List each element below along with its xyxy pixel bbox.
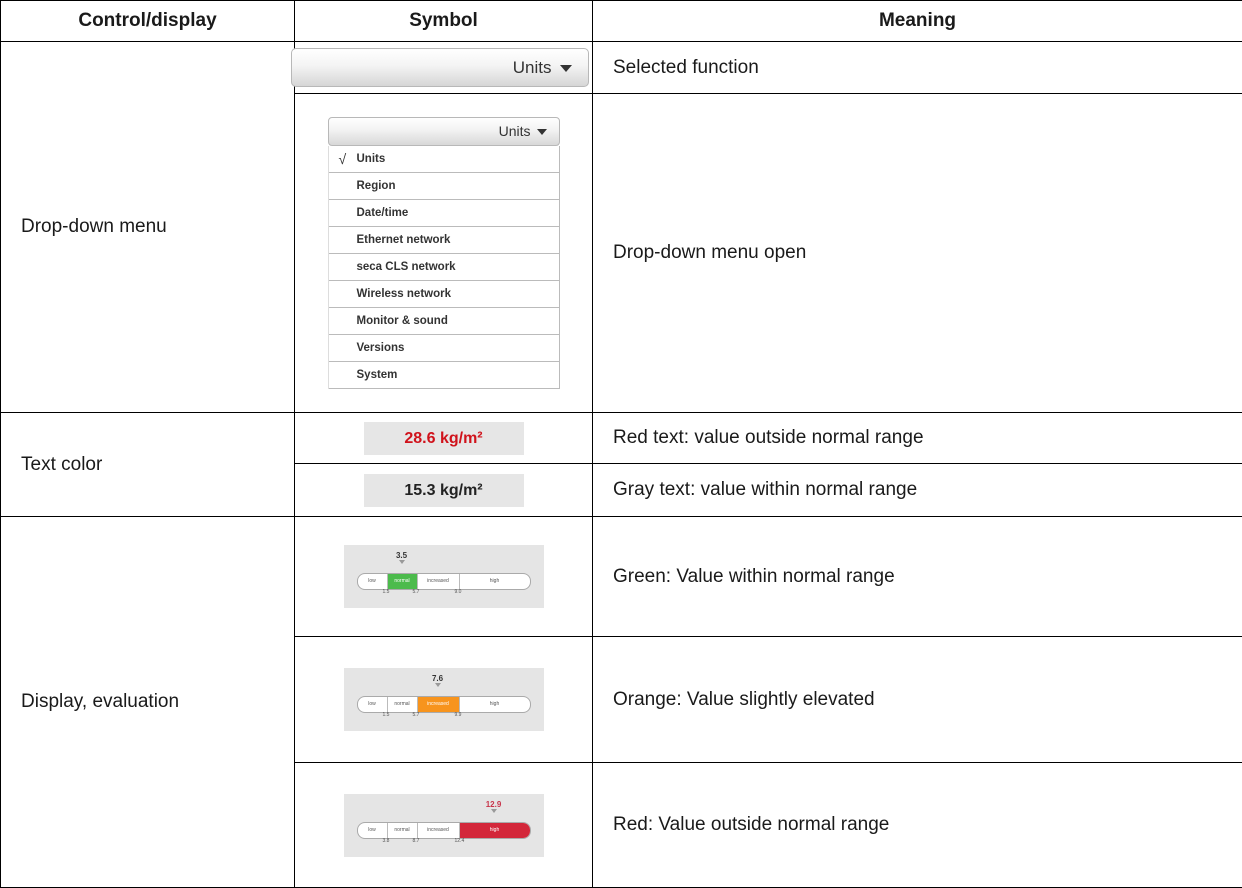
table-row: Display, evaluation 3.5 low normal increase…: [0, 516, 1242, 888]
units-dropdown-open-button[interactable]: Units: [327, 117, 560, 146]
gauge-tick-label: 9.9: [454, 712, 462, 718]
symbol-gauge-red: 12.9 low normal increased high 3.8 8.7 12.4: [294, 762, 593, 888]
gauge-tick-label: 12.4: [454, 837, 465, 844]
gauge-segment-low: low: [358, 822, 388, 838]
marker-arrow-icon: [434, 683, 441, 687]
gauge-segment-low: low: [358, 574, 388, 589]
gauge-segment-normal: normal: [388, 697, 418, 712]
table-row: Text color 28.6 kg/m² Red text: value ou…: [0, 412, 1242, 517]
meaning-red-text: Red text: value outside normal range: [592, 412, 1242, 464]
control-display-evaluation: Display, evaluation: [0, 516, 295, 888]
units-dropdown-label: Units: [512, 58, 552, 77]
gauge-marker: 7.6: [428, 674, 448, 687]
gauge-ticks: 1.5 5.7 9.0: [344, 589, 544, 597]
dropdown-menu-item[interactable]: Monitor & sound: [328, 308, 559, 335]
evaluation-gauge-red: 12.9 low normal increased high 3.8 8.7 12.4: [343, 793, 544, 857]
meaning-gray-text: Gray text: value within normal range: [592, 463, 1242, 517]
control-text-color: Text color: [0, 412, 295, 517]
symbol-gauge-orange: 7.6 low normal increased high 1.5 5.7 9.9: [294, 636, 593, 763]
dropdown-menu-item[interactable]: Versions: [328, 335, 559, 362]
gauge-tick-label: 8.7: [412, 837, 420, 844]
units-dropdown-open: Units √ Units Region Date/time Ethernet netw…: [327, 117, 560, 389]
evaluation-gauge-orange: 7.6 low normal increased high 1.5 5.7 9.9: [343, 668, 544, 731]
dropdown-menu-item[interactable]: Date/time: [328, 200, 559, 227]
dropdown-menu-item-label: Versions: [356, 342, 405, 354]
gauge-marker-value: 3.5: [395, 551, 408, 560]
gauge-bar: low normal increased high: [356, 573, 531, 590]
meaning-red: Red: Value outside normal range: [592, 762, 1242, 888]
gauge-tick-label: 5.7: [412, 712, 420, 718]
gauge-bar: low normal increased high: [356, 821, 531, 839]
gauge-tick-label: 1.5: [382, 712, 390, 718]
evaluation-gauge-green: 3.5 low normal increased high 1.5 5.7 9.0: [343, 545, 544, 608]
gauge-tick-label: 9.0: [454, 589, 462, 595]
symbol-gray-value: 15.3 kg/m²: [294, 463, 593, 517]
header-meaning: Meaning: [592, 0, 1242, 42]
controls-table: Control/display Symbol Meaning Drop-down…: [0, 0, 1242, 888]
marker-arrow-icon: [490, 808, 497, 813]
table-row: Drop-down menu Units Selected function: [0, 41, 1242, 413]
gauge-segment-increased: increased: [418, 574, 460, 589]
dropdown-menu-list: √ Units Region Date/time Ethernet network sec…: [327, 146, 560, 389]
symbol-red-value: 28.6 kg/m²: [294, 412, 593, 464]
gauge-bar: low normal increased high: [356, 696, 531, 713]
gauge-tick-label: 5.7: [412, 589, 420, 595]
symbol-dropdown-open: Units √ Units Region Date/time Ethernet netw…: [294, 93, 593, 413]
meaning-orange: Orange: Value slightly elevated: [592, 636, 1242, 763]
gauge-segment-normal: normal: [387, 574, 418, 589]
gauge-marker: 3.5: [392, 551, 412, 564]
dropdown-menu-item[interactable]: √ Units: [328, 146, 559, 173]
gauge-segment-low: low: [358, 697, 388, 712]
header-control: Control/display: [0, 0, 295, 42]
gauge-segment-increased: increased: [417, 697, 460, 712]
meaning-dropdown-open: Drop-down menu open: [592, 93, 1242, 413]
dropdown-menu-item[interactable]: Wireless network: [328, 281, 559, 308]
gauge-segment-normal: normal: [388, 822, 418, 838]
chevron-down-icon: [559, 65, 572, 73]
gauge-ticks: 1.5 5.7 9.9: [344, 712, 544, 720]
gauge-marker: 12.9: [484, 800, 504, 813]
dropdown-menu-item-label: seca CLS network: [356, 261, 456, 273]
meaning-green: Green: Value within normal range: [592, 516, 1242, 637]
dropdown-menu-item-label: System: [356, 369, 398, 381]
header-row: Control/display Symbol Meaning: [0, 0, 1242, 42]
red-value-display: 28.6 kg/m²: [363, 421, 524, 455]
symbol-dropdown-closed: Units: [290, 41, 593, 94]
gauge-segment-increased: increased: [418, 822, 460, 838]
dropdown-menu-item-label: Region: [356, 180, 396, 192]
gauge-segment-high: high: [489, 578, 500, 584]
dropdown-menu-item[interactable]: seca CLS network: [328, 254, 559, 281]
dropdown-menu-item-label: Units: [356, 153, 386, 165]
gauge-tick-label: 1.5: [382, 589, 390, 595]
gauge-tick-label: 3.8: [382, 837, 390, 844]
dropdown-menu-item-label: Wireless network: [356, 288, 452, 300]
dropdown-menu-item[interactable]: System: [328, 362, 559, 389]
marker-arrow-icon: [398, 560, 405, 564]
chevron-down-icon: [536, 129, 547, 136]
units-dropdown-button[interactable]: Units: [290, 48, 589, 87]
header-symbol: Symbol: [294, 0, 593, 42]
gauge-ticks: 3.8 8.7 12.4: [344, 838, 544, 846]
dropdown-menu-item-label: Date/time: [356, 207, 409, 219]
dropdown-menu-item-label: Ethernet network: [356, 234, 451, 246]
checkmark-icon: √: [338, 151, 347, 167]
dropdown-menu-item[interactable]: Region: [328, 173, 559, 200]
meaning-selected-function: Selected function: [592, 41, 1242, 94]
units-dropdown-open-label: Units: [498, 123, 531, 139]
dropdown-menu-item-label: Monitor & sound: [356, 315, 448, 327]
symbol-gauge-green: 3.5 low normal increased high 1.5 5.7 9.0: [294, 516, 593, 637]
dropdown-menu-item[interactable]: Ethernet network: [328, 227, 559, 254]
gauge-marker-value: 12.9: [485, 799, 502, 809]
gauge-segment-high: high: [459, 822, 530, 838]
gauge-segment-high: high: [489, 701, 500, 707]
gray-value-display: 15.3 kg/m²: [363, 473, 524, 507]
control-dropdown-menu: Drop-down menu: [0, 41, 295, 413]
gauge-marker-value: 7.6: [431, 674, 444, 683]
